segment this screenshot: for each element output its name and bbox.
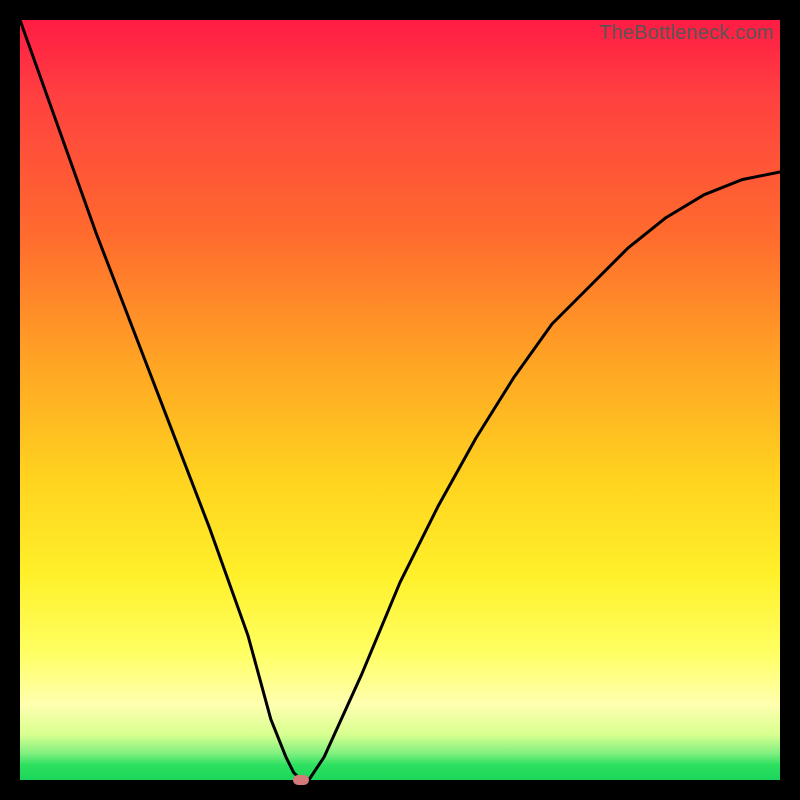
plot-gradient-background <box>20 20 780 780</box>
optimal-point-marker <box>293 775 309 785</box>
chart-frame: TheBottleneck.com <box>0 0 800 800</box>
plot-outer: TheBottleneck.com <box>20 20 780 780</box>
watermark-text: TheBottleneck.com <box>599 22 774 45</box>
